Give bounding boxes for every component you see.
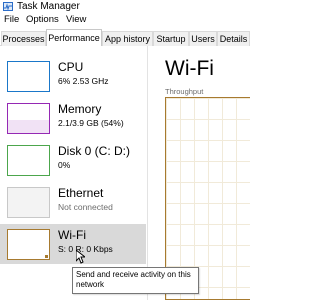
page-title: Wi-Fi — [165, 57, 214, 80]
tab-performance[interactable]: Performance — [46, 29, 102, 46]
ethernet-graph-thumbnail — [7, 187, 50, 218]
memory-graph-thumbnail — [7, 103, 50, 134]
resource-detail: S: 0 R: 0 Kbps — [58, 244, 113, 254]
detail-pane: Wi-Fi Throughput — [148, 46, 250, 300]
resource-name: CPU — [58, 60, 84, 74]
tab-startup[interactable]: Startup — [153, 31, 189, 46]
resource-detail: 2.1/3.9 GB (54%) — [58, 118, 124, 128]
resource-detail: Not connected — [58, 202, 113, 212]
menu-file[interactable]: File — [4, 13, 19, 27]
tab-processes[interactable]: Processes — [1, 31, 46, 46]
wifi-activity-mark — [45, 255, 48, 258]
tooltip: Send and receive activity on this networ… — [72, 267, 199, 294]
resource-name: Memory — [58, 102, 102, 116]
resource-name: Ethernet — [58, 186, 104, 200]
tab-users[interactable]: Users — [189, 31, 217, 46]
menu-view[interactable]: View — [66, 13, 86, 27]
window-title: Task Manager — [17, 1, 80, 12]
resource-disk[interactable]: Disk 0 (C: D:) 0% — [0, 140, 146, 180]
resource-name: Disk 0 (C: D:) — [58, 144, 130, 158]
graph-label: Throughput — [165, 87, 204, 96]
cpu-graph-thumbnail — [7, 61, 50, 92]
disk-graph-thumbnail — [7, 145, 50, 176]
menu-options[interactable]: Options — [26, 13, 59, 27]
resource-detail: 0% — [58, 160, 71, 170]
tab-strip: Processes Performance App history Startu… — [0, 28, 250, 46]
title-bar: Task Manager — [0, 0, 250, 13]
resource-list: CPU 6% 2.53 GHz Memory 2.1/3.9 GB (54%) … — [0, 46, 148, 300]
mouse-cursor-icon — [76, 250, 85, 264]
tab-details[interactable]: Details — [217, 31, 250, 46]
tab-app-history[interactable]: App history — [102, 31, 153, 46]
menu-bar: File Options View — [0, 13, 250, 27]
memory-fill — [8, 120, 49, 133]
resource-name: Wi-Fi — [58, 228, 86, 242]
resource-ethernet[interactable]: Ethernet Not connected — [0, 182, 146, 222]
resource-wifi[interactable]: Wi-Fi S: 0 R: 0 Kbps — [0, 224, 146, 264]
wifi-graph-thumbnail — [7, 229, 50, 260]
resource-cpu[interactable]: CPU 6% 2.53 GHz — [0, 56, 146, 96]
resource-memory[interactable]: Memory 2.1/3.9 GB (54%) — [0, 98, 146, 138]
resource-detail: 6% 2.53 GHz — [58, 76, 109, 86]
task-manager-icon — [3, 2, 13, 11]
